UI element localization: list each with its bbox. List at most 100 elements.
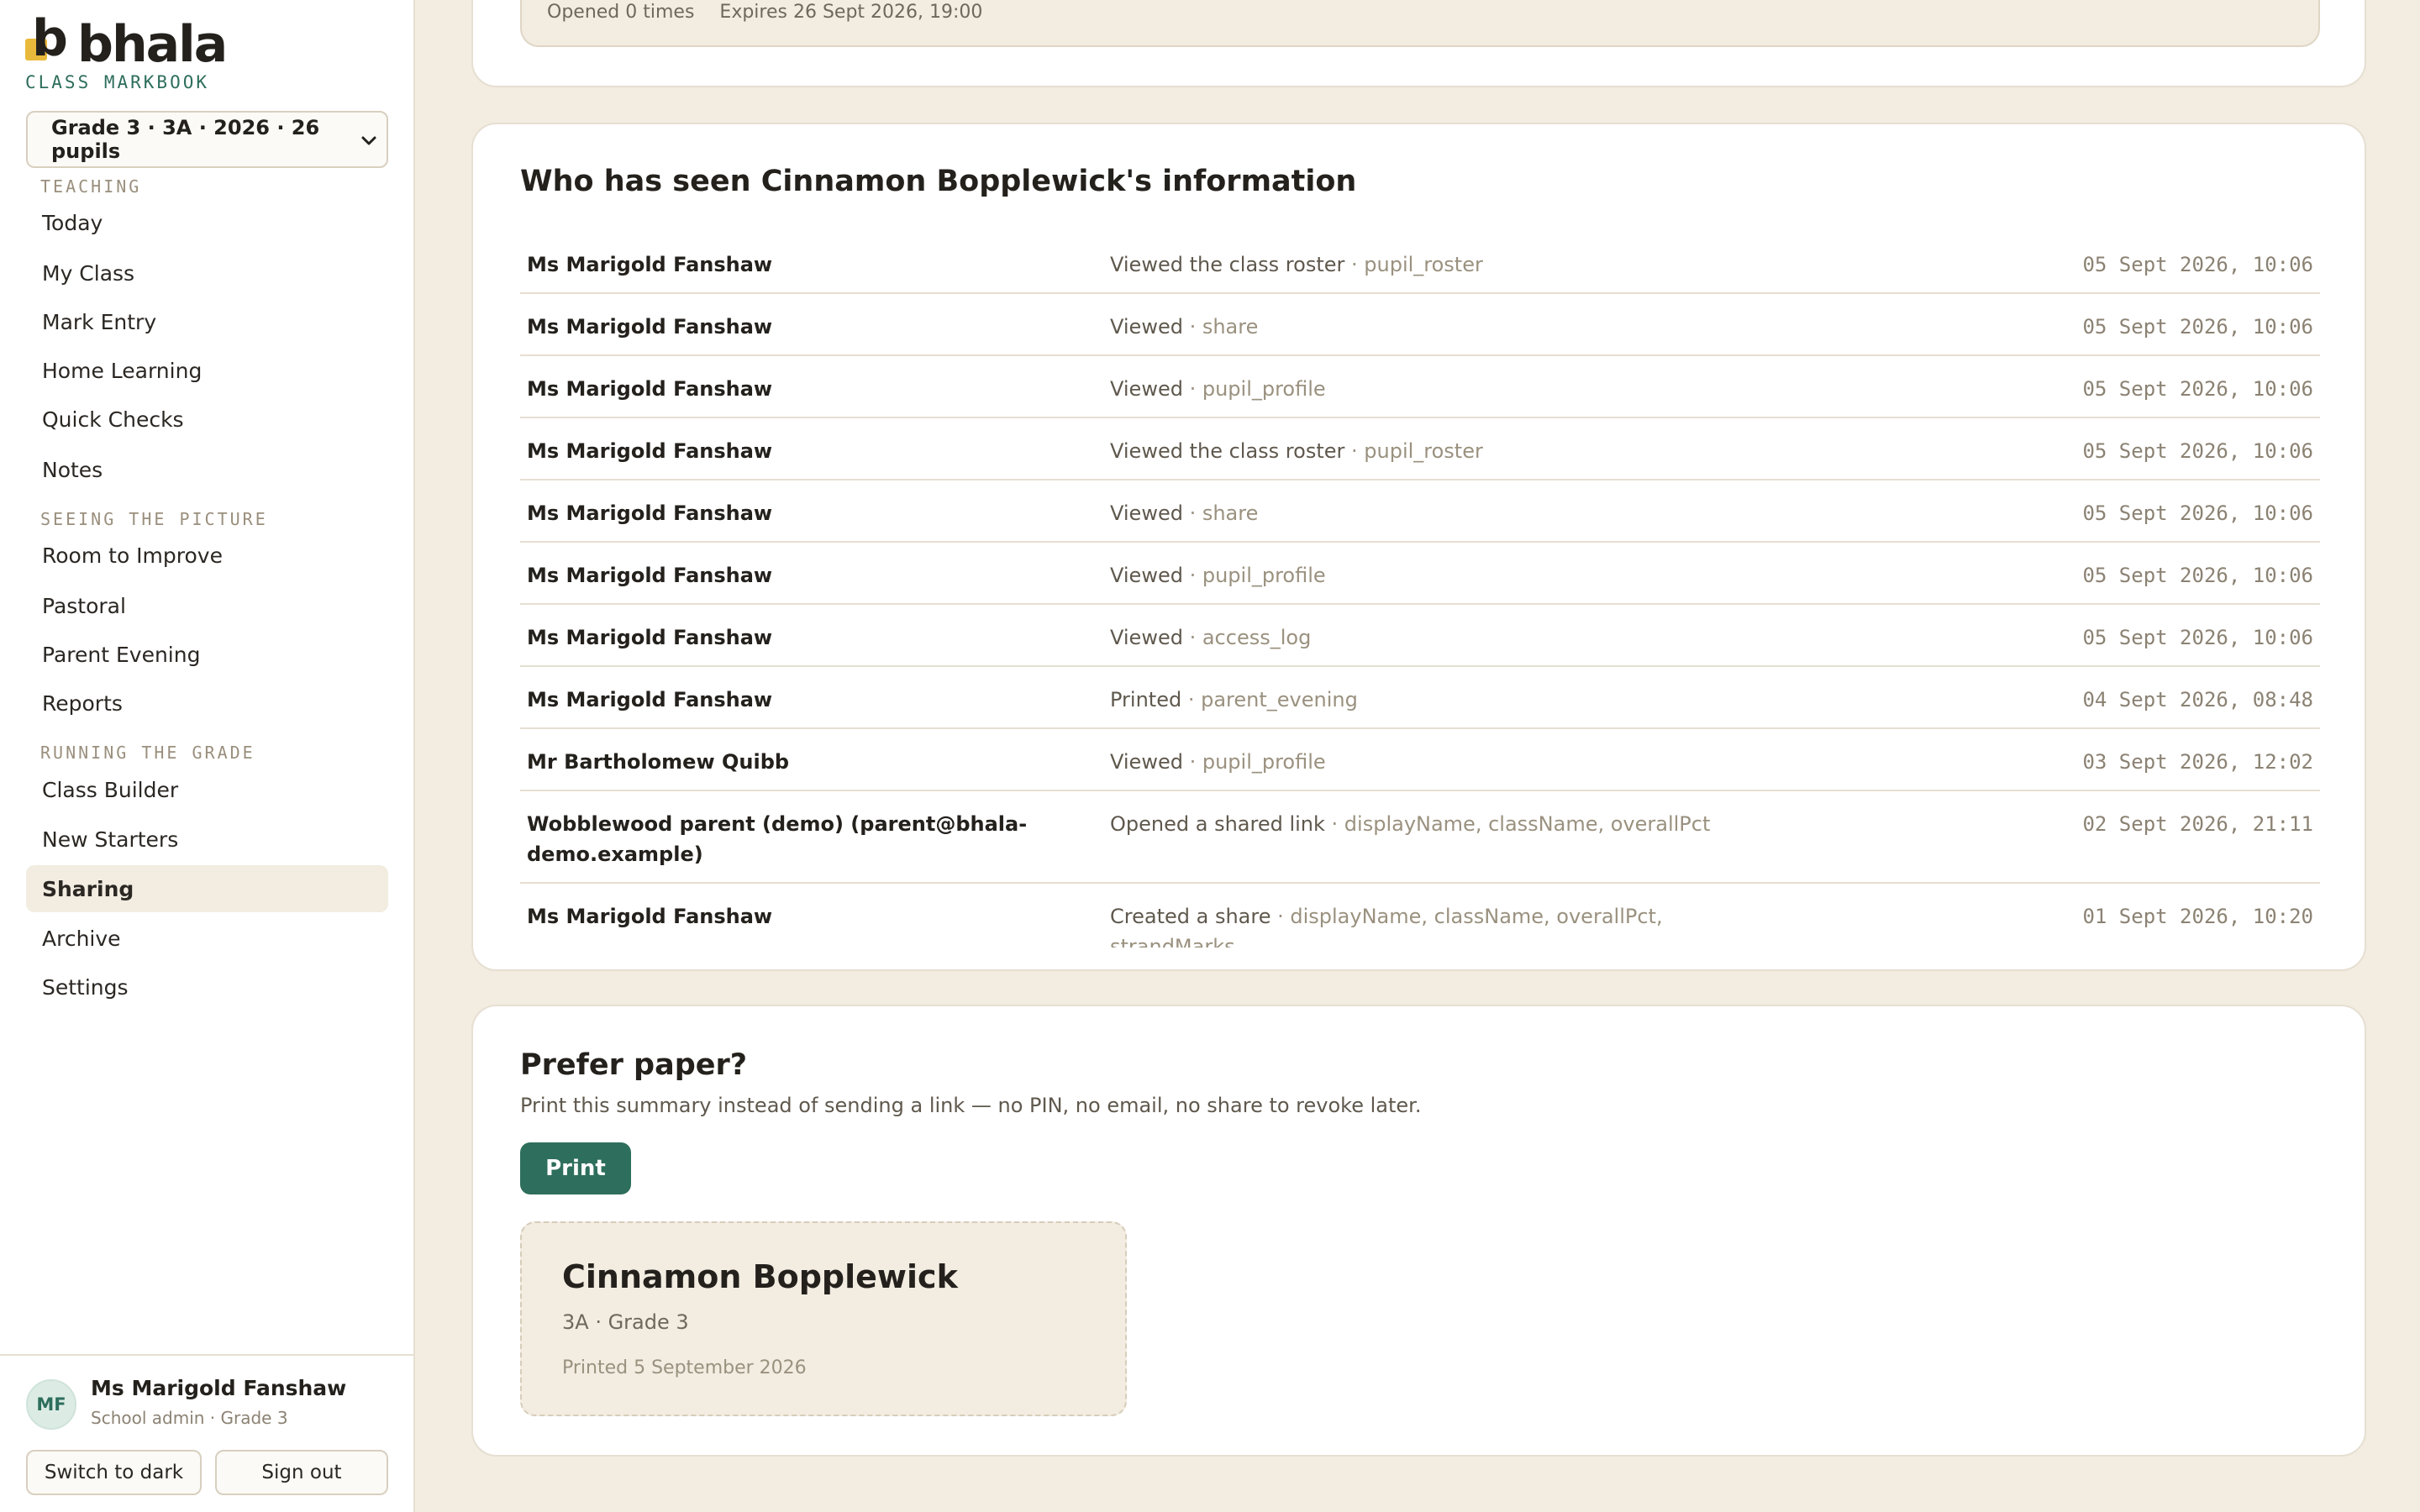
log-action-label: Viewed — [1110, 626, 1183, 649]
table-row: Ms Marigold Fanshaw Viewed the class rost… — [520, 232, 2320, 294]
log-action: Printed · parent_evening — [1110, 685, 1799, 715]
log-viewer: Wobblewood parent (demo) (parent@bhala-d… — [527, 812, 1028, 866]
sidebar-item-label: Class Builder — [42, 777, 179, 802]
log-timestamp: 05 Sept 2026, 10:06 — [2082, 626, 2313, 649]
sidebar-item-label: Archive — [42, 926, 121, 951]
log-timestamp: 05 Sept 2026, 10:06 — [2082, 439, 2313, 463]
sidebar-item-label: Sharing — [42, 876, 134, 901]
share-link-meta: Opened 0 times Expires 26 Sept 2026, 19:0… — [547, 2, 982, 23]
sign-out-button[interactable]: Sign out — [215, 1450, 388, 1495]
share-opened-count: Opened 0 times — [547, 2, 695, 23]
sidebar-item-settings[interactable]: Settings — [26, 963, 388, 1011]
brand[interactable]: b bhala CLASS MARKBOOK — [25, 13, 228, 92]
paper-title: Prefer paper? — [520, 1048, 748, 1082]
table-row: Ms Marigold Fanshaw Viewed · share 05 Sept… — [520, 294, 2320, 356]
table-row: Ms Marigold Fanshaw Viewed the class rost… — [520, 418, 2320, 480]
table-row: Ms Marigold Fanshaw Created a share · dis… — [520, 884, 2320, 948]
log-separator: · — [1270, 905, 1291, 928]
brand-name: bhala — [77, 15, 228, 74]
sidebar-item-quick-checks[interactable]: Quick Checks — [26, 396, 388, 443]
share-link-box: Opened 0 times Expires 26 Sept 2026, 19:0… — [520, 0, 2320, 47]
log-timestamp: 01 Sept 2026, 10:20 — [2082, 905, 2313, 928]
chevron-down-icon — [361, 136, 376, 145]
log-action: Opened a shared link · displayName, clas… — [1110, 809, 1799, 839]
log-timestamp: 03 Sept 2026, 12:02 — [2082, 750, 2313, 774]
log-action-label: Viewed — [1110, 377, 1183, 401]
share-expiry: Expires 26 Sept 2026, 19:00 — [719, 2, 983, 23]
print-preview: Cinnamon Bopplewick 3A · Grade 3 Printed… — [520, 1221, 1127, 1416]
log-context: pupil_profile — [1202, 377, 1326, 401]
sidebar: b bhala CLASS MARKBOOK Grade 3 · 3A · 20… — [0, 0, 415, 1512]
log-viewer: Ms Marigold Fanshaw — [527, 439, 773, 463]
log-separator: · — [1181, 688, 1202, 711]
log-separator: · — [1182, 626, 1202, 649]
log-action: Viewed the class roster · pupil_roster — [1110, 436, 1799, 466]
log-separator: · — [1182, 750, 1202, 774]
log-viewer: Mr Bartholomew Quibb — [527, 750, 790, 774]
brand-subtitle: CLASS MARKBOOK — [25, 72, 210, 92]
share-link-card: Opened 0 times Expires 26 Sept 2026, 19:0… — [471, 0, 2366, 87]
sidebar-item-mark-entry[interactable]: Mark Entry — [26, 298, 388, 345]
log-timestamp: 02 Sept 2026, 21:11 — [2082, 812, 2313, 836]
preview-class: 3A · Grade 3 — [562, 1310, 689, 1334]
paper-description: Print this summary instead of sending a … — [520, 1094, 1422, 1117]
access-log-table: Ms Marigold Fanshaw Viewed the class rost… — [520, 232, 2320, 948]
log-timestamp: 05 Sept 2026, 10:06 — [2082, 564, 2313, 587]
sidebar-item-class-builder[interactable]: Class Builder — [26, 766, 388, 813]
nav-section-running-the-grade: RUNNING THE GRADE — [40, 743, 255, 763]
switch-theme-button[interactable]: Switch to dark — [26, 1450, 202, 1495]
log-action-label: Viewed — [1110, 750, 1183, 774]
log-context: pupil_roster — [1364, 253, 1483, 276]
log-context: share — [1202, 315, 1259, 339]
log-viewer: Ms Marigold Fanshaw — [527, 377, 773, 401]
sidebar-item-new-starters[interactable]: New Starters — [26, 816, 388, 863]
sidebar-item-label: Quick Checks — [42, 407, 184, 432]
sidebar-item-label: Home Learning — [42, 358, 203, 383]
table-row: Ms Marigold Fanshaw Viewed · pupil_profil… — [520, 543, 2320, 605]
sidebar-item-reports[interactable]: Reports — [26, 680, 388, 727]
sidebar-item-parent-evening[interactable]: Parent Evening — [26, 631, 388, 678]
sidebar-item-today[interactable]: Today — [26, 199, 388, 246]
log-timestamp: 05 Sept 2026, 10:06 — [2082, 501, 2313, 525]
log-timestamp: 04 Sept 2026, 08:48 — [2082, 688, 2313, 711]
log-separator: · — [1182, 377, 1202, 401]
sidebar-item-my-class[interactable]: My Class — [26, 249, 388, 297]
table-row: Ms Marigold Fanshaw Viewed · access_log 05… — [520, 605, 2320, 667]
log-context: displayName, className, overallPct — [1344, 812, 1711, 836]
sidebar-item-sharing[interactable]: Sharing — [26, 865, 388, 912]
preview-pupil-name: Cinnamon Bopplewick — [562, 1258, 958, 1295]
log-separator: · — [1344, 439, 1365, 463]
log-action: Viewed · pupil_profile — [1110, 374, 1799, 404]
sidebar-item-pastoral[interactable]: Pastoral — [26, 582, 388, 629]
nav-section-seeing-the-picture: SEEING THE PICTURE — [40, 509, 268, 529]
sidebar-item-home-learning[interactable]: Home Learning — [26, 347, 388, 394]
log-action-label: Created a share — [1110, 905, 1271, 928]
log-context: access_log — [1202, 626, 1312, 649]
print-button[interactable]: Print — [520, 1142, 631, 1194]
log-viewer: Ms Marigold Fanshaw — [527, 501, 773, 525]
log-context: share — [1202, 501, 1259, 525]
log-context: pupil_profile — [1202, 564, 1326, 587]
sidebar-item-notes[interactable]: Notes — [26, 446, 388, 493]
log-separator: · — [1182, 564, 1202, 587]
log-action: Created a share · displayName, className… — [1110, 901, 1799, 948]
sidebar-item-archive[interactable]: Archive — [26, 915, 388, 962]
log-viewer: Ms Marigold Fanshaw — [527, 626, 773, 649]
sidebar-item-label: Parent Evening — [42, 642, 201, 667]
log-action-label: Printed — [1110, 688, 1182, 711]
sidebar-item-label: Today — [42, 210, 103, 235]
log-viewer: Ms Marigold Fanshaw — [527, 905, 773, 928]
sidebar-item-label: Settings — [42, 974, 129, 1000]
log-viewer: Ms Marigold Fanshaw — [527, 564, 773, 587]
log-action: Viewed · pupil_profile — [1110, 747, 1799, 777]
avatar: MF — [26, 1379, 76, 1430]
log-action-label: Viewed — [1110, 501, 1183, 525]
log-timestamp: 05 Sept 2026, 10:06 — [2082, 253, 2313, 276]
log-context: pupil_roster — [1364, 439, 1483, 463]
logo-icon: b — [25, 13, 72, 69]
log-separator: · — [1324, 812, 1344, 836]
log-viewer: Ms Marigold Fanshaw — [527, 315, 773, 339]
sidebar-item-label: Reports — [42, 690, 123, 716]
sidebar-item-room-to-improve[interactable]: Room to Improve — [26, 532, 388, 579]
class-select[interactable]: Grade 3 · 3A · 2026 · 26 pupils — [26, 111, 388, 168]
